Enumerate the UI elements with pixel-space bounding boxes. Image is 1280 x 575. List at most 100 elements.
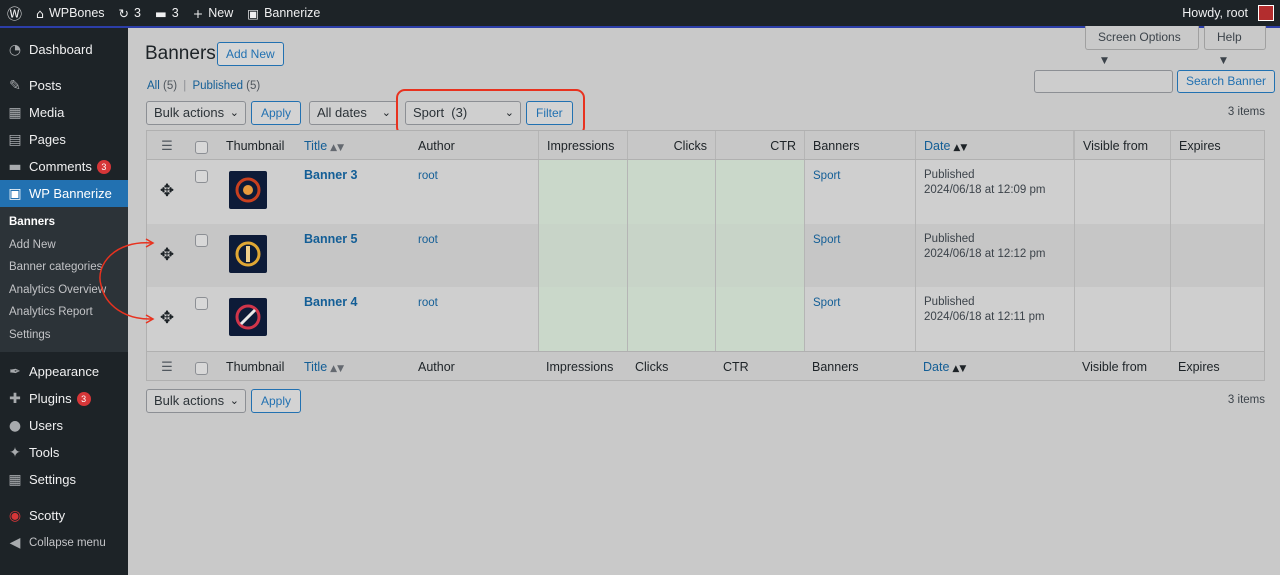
author-header: Author [418,139,455,153]
drag-handle[interactable]: ✥ [147,160,187,224]
comment-bubble-icon: ▬ [154,5,167,21]
menu-media[interactable]: ▦ Media [0,99,128,126]
impressions-header: Impressions [538,131,627,159]
menu-pages[interactable]: ▤ Pages [0,126,128,153]
select-all-checkbox[interactable] [195,141,208,154]
category-link[interactable]: Sport [813,234,841,246]
author-link[interactable]: root [418,170,438,182]
bannerize-icon: ▣ [8,185,22,202]
row-title-link[interactable]: Banner 3 [304,168,358,182]
comments-badge: 3 [96,159,111,174]
row-title-link[interactable]: Banner 5 [304,232,358,246]
caret-down-icon: ▼ [1101,56,1108,66]
expires-footer: Expires [1178,359,1220,374]
search-input[interactable] [1034,70,1173,93]
sort-desc-icon: ▲▼ [953,143,968,153]
plugins-badge: 3 [76,391,91,406]
menu-scotty[interactable]: ◉ Scotty [0,502,128,529]
ctr-cell [715,223,804,287]
author-cell: root [410,224,538,288]
wordpress-logo-icon[interactable]: Ⓦ [0,0,29,26]
visible-from-cell [1074,160,1170,224]
bannerize-link[interactable]: ▣ Bannerize [240,0,327,26]
site-name-link[interactable]: ⌂ WPBones [29,0,112,26]
menu-settings[interactable]: ▦ Settings [0,466,128,493]
banner-thumbnail[interactable] [229,171,267,209]
collapse-arrow-icon: ◀ [9,534,21,551]
banner-thumbnail[interactable] [229,298,267,336]
table-row: ✥ Banner 3 root Sport Published 2024/06/1… [147,160,1264,224]
menu-users[interactable]: ● Users [0,412,128,439]
banners-table: ☰ Thumbnail Title ▲▼ Author Impressions C… [146,130,1265,381]
apply-bottom-button[interactable]: Apply [251,389,302,413]
banners-cell: Sport [804,223,915,287]
banner-thumbnail[interactable] [229,234,267,273]
view-published-link[interactable]: Published [192,80,243,92]
help-button[interactable]: Help ▼ [1204,26,1266,66]
status-views: All (5) | Published (5) [147,80,261,92]
bulk-actions-bottom-select[interactable]: Bulk actions ⌄ [146,389,246,413]
menu-wp-bannerize[interactable]: ▣ WP Bannerize [0,180,128,207]
pages-icon: ▤ [8,131,22,148]
clicks-footer: Clicks [635,359,669,374]
screen-options-button[interactable]: Screen Options ▼ [1085,26,1199,66]
row-check-cell [187,224,218,288]
appearance-icon: ✒ [9,363,21,380]
submenu-banners[interactable]: Banners [0,211,128,234]
thumbnail-cell [218,224,296,288]
comments-link[interactable]: ▬ 3 [148,0,186,26]
collapse-menu-button[interactable]: ◀ Collapse menu [0,529,128,556]
items-count: 3 items [1227,106,1265,118]
media-icon: ▦ [8,104,22,121]
menu-appearance[interactable]: ✒ Appearance [0,358,128,385]
order-column-footer: ☰ [147,352,187,380]
banners-header: Banners [804,131,915,159]
bulk-actions-select[interactable]: Bulk actions ⌄ [146,101,246,125]
title-footer[interactable]: Title ▲▼ [296,352,410,380]
apply-button[interactable]: Apply [251,101,302,125]
menu-tools[interactable]: ✦ Tools [0,439,128,466]
row-checkbox[interactable] [195,297,208,310]
chevron-down-icon: ⌄ [229,106,239,119]
category-link[interactable]: Sport [813,170,841,182]
menu-plugins[interactable]: ✚ Plugins 3 [0,385,128,412]
annotation-arrows [99,238,155,324]
annotation-highlight-box [396,89,585,136]
thumbnail-header: Thumbnail [226,139,285,153]
chevron-down-icon: ⌄ [229,394,239,407]
title-header[interactable]: Title ▲▼ [296,131,410,159]
add-new-button[interactable]: Add New [217,42,284,66]
my-account-link[interactable]: Howdy, root [1175,0,1280,26]
bannerize-icon: ▣ [247,5,260,21]
clicks-cell [627,287,715,351]
updates-link[interactable]: ↻ 3 [112,0,148,26]
date-footer[interactable]: Date ▲▼ [915,352,1074,380]
table-footer: ☰ Thumbnail Title ▲▼ Author Impressions C… [147,350,1264,380]
ctr-cell [715,287,804,351]
scotty-icon: ◉ [8,507,22,524]
author-link[interactable]: root [418,234,438,246]
select-all-checkbox[interactable] [195,361,208,375]
menu-dashboard[interactable]: ◔ Dashboard [0,36,128,63]
plus-icon: + [192,5,204,21]
clicks-cell [627,160,715,224]
row-checkbox[interactable] [195,170,208,183]
menu-posts[interactable]: ✎ Posts [0,72,128,99]
category-link[interactable]: Sport [813,297,841,309]
home-icon: ⌂ [36,5,44,21]
ctr-header: CTR [715,131,804,159]
new-content-link[interactable]: + New [186,0,241,26]
date-header[interactable]: Date ▲▼ [915,131,1074,159]
menu-comments[interactable]: ▬ Comments 3 [0,153,128,180]
users-icon: ● [8,417,22,434]
date-filter-select[interactable]: All dates ⌄ [309,101,398,125]
row-title-link[interactable]: Banner 4 [304,295,358,309]
comments-icon: ▬ [8,158,22,175]
row-checkbox[interactable] [195,233,208,247]
thumbnail-cell [218,160,296,224]
search-banner-button[interactable]: Search Banner [1177,70,1276,93]
date-cell: Published 2024/06/18 at 12:12 pm [915,223,1074,287]
visible-from-cell [1074,287,1170,351]
author-link[interactable]: root [418,297,438,309]
view-all-link[interactable]: All [147,80,160,92]
